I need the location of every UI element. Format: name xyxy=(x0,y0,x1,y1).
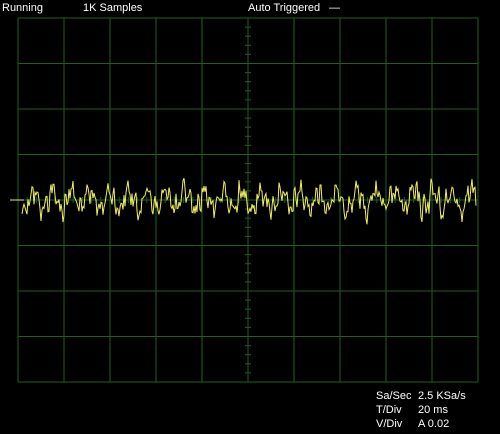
volt-div-label: V/Div xyxy=(376,418,403,430)
sample-count-label[interactable]: 1K Samples xyxy=(83,2,142,14)
sample-rate-label: Sa/Sec xyxy=(376,390,412,402)
time-div-label: T/Div xyxy=(376,404,402,416)
time-div-value: 20 ms xyxy=(418,404,448,416)
run-state-label[interactable]: Running xyxy=(2,2,43,14)
signal-trace xyxy=(21,178,477,225)
oscilloscope-display xyxy=(10,17,479,383)
trigger-mode-label[interactable]: Auto Triggered xyxy=(248,2,320,14)
status-bar: Running 1K Samples Auto Triggered — xyxy=(0,0,500,16)
trigger-indicator: — xyxy=(329,2,340,14)
sample-rate-value: 2.5 KSa/s xyxy=(418,390,466,402)
volt-div-value: A 0.02 xyxy=(418,418,450,430)
